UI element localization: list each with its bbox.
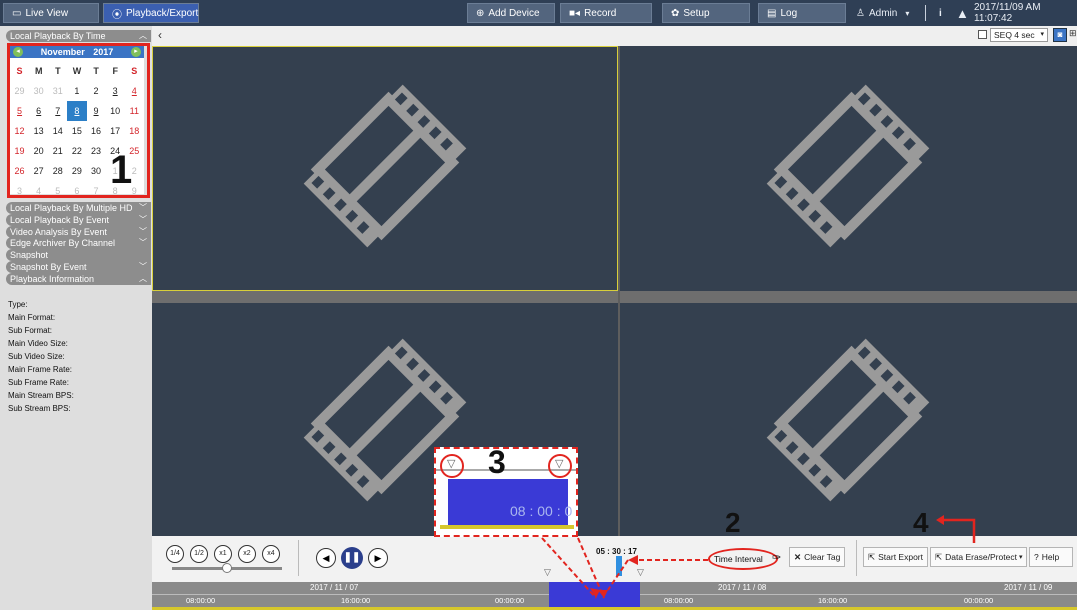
nvr-client-window: { "topbar": { "live_view": "Live View", … [0, 0, 1077, 610]
annotation-arrows [541, 515, 976, 599]
arrow-head [936, 515, 944, 525]
arrow-line [940, 518, 976, 543]
arrow-head [598, 590, 608, 598]
arrow-head [628, 555, 638, 565]
arrow-line [607, 559, 629, 591]
arrow-line [541, 537, 597, 599]
